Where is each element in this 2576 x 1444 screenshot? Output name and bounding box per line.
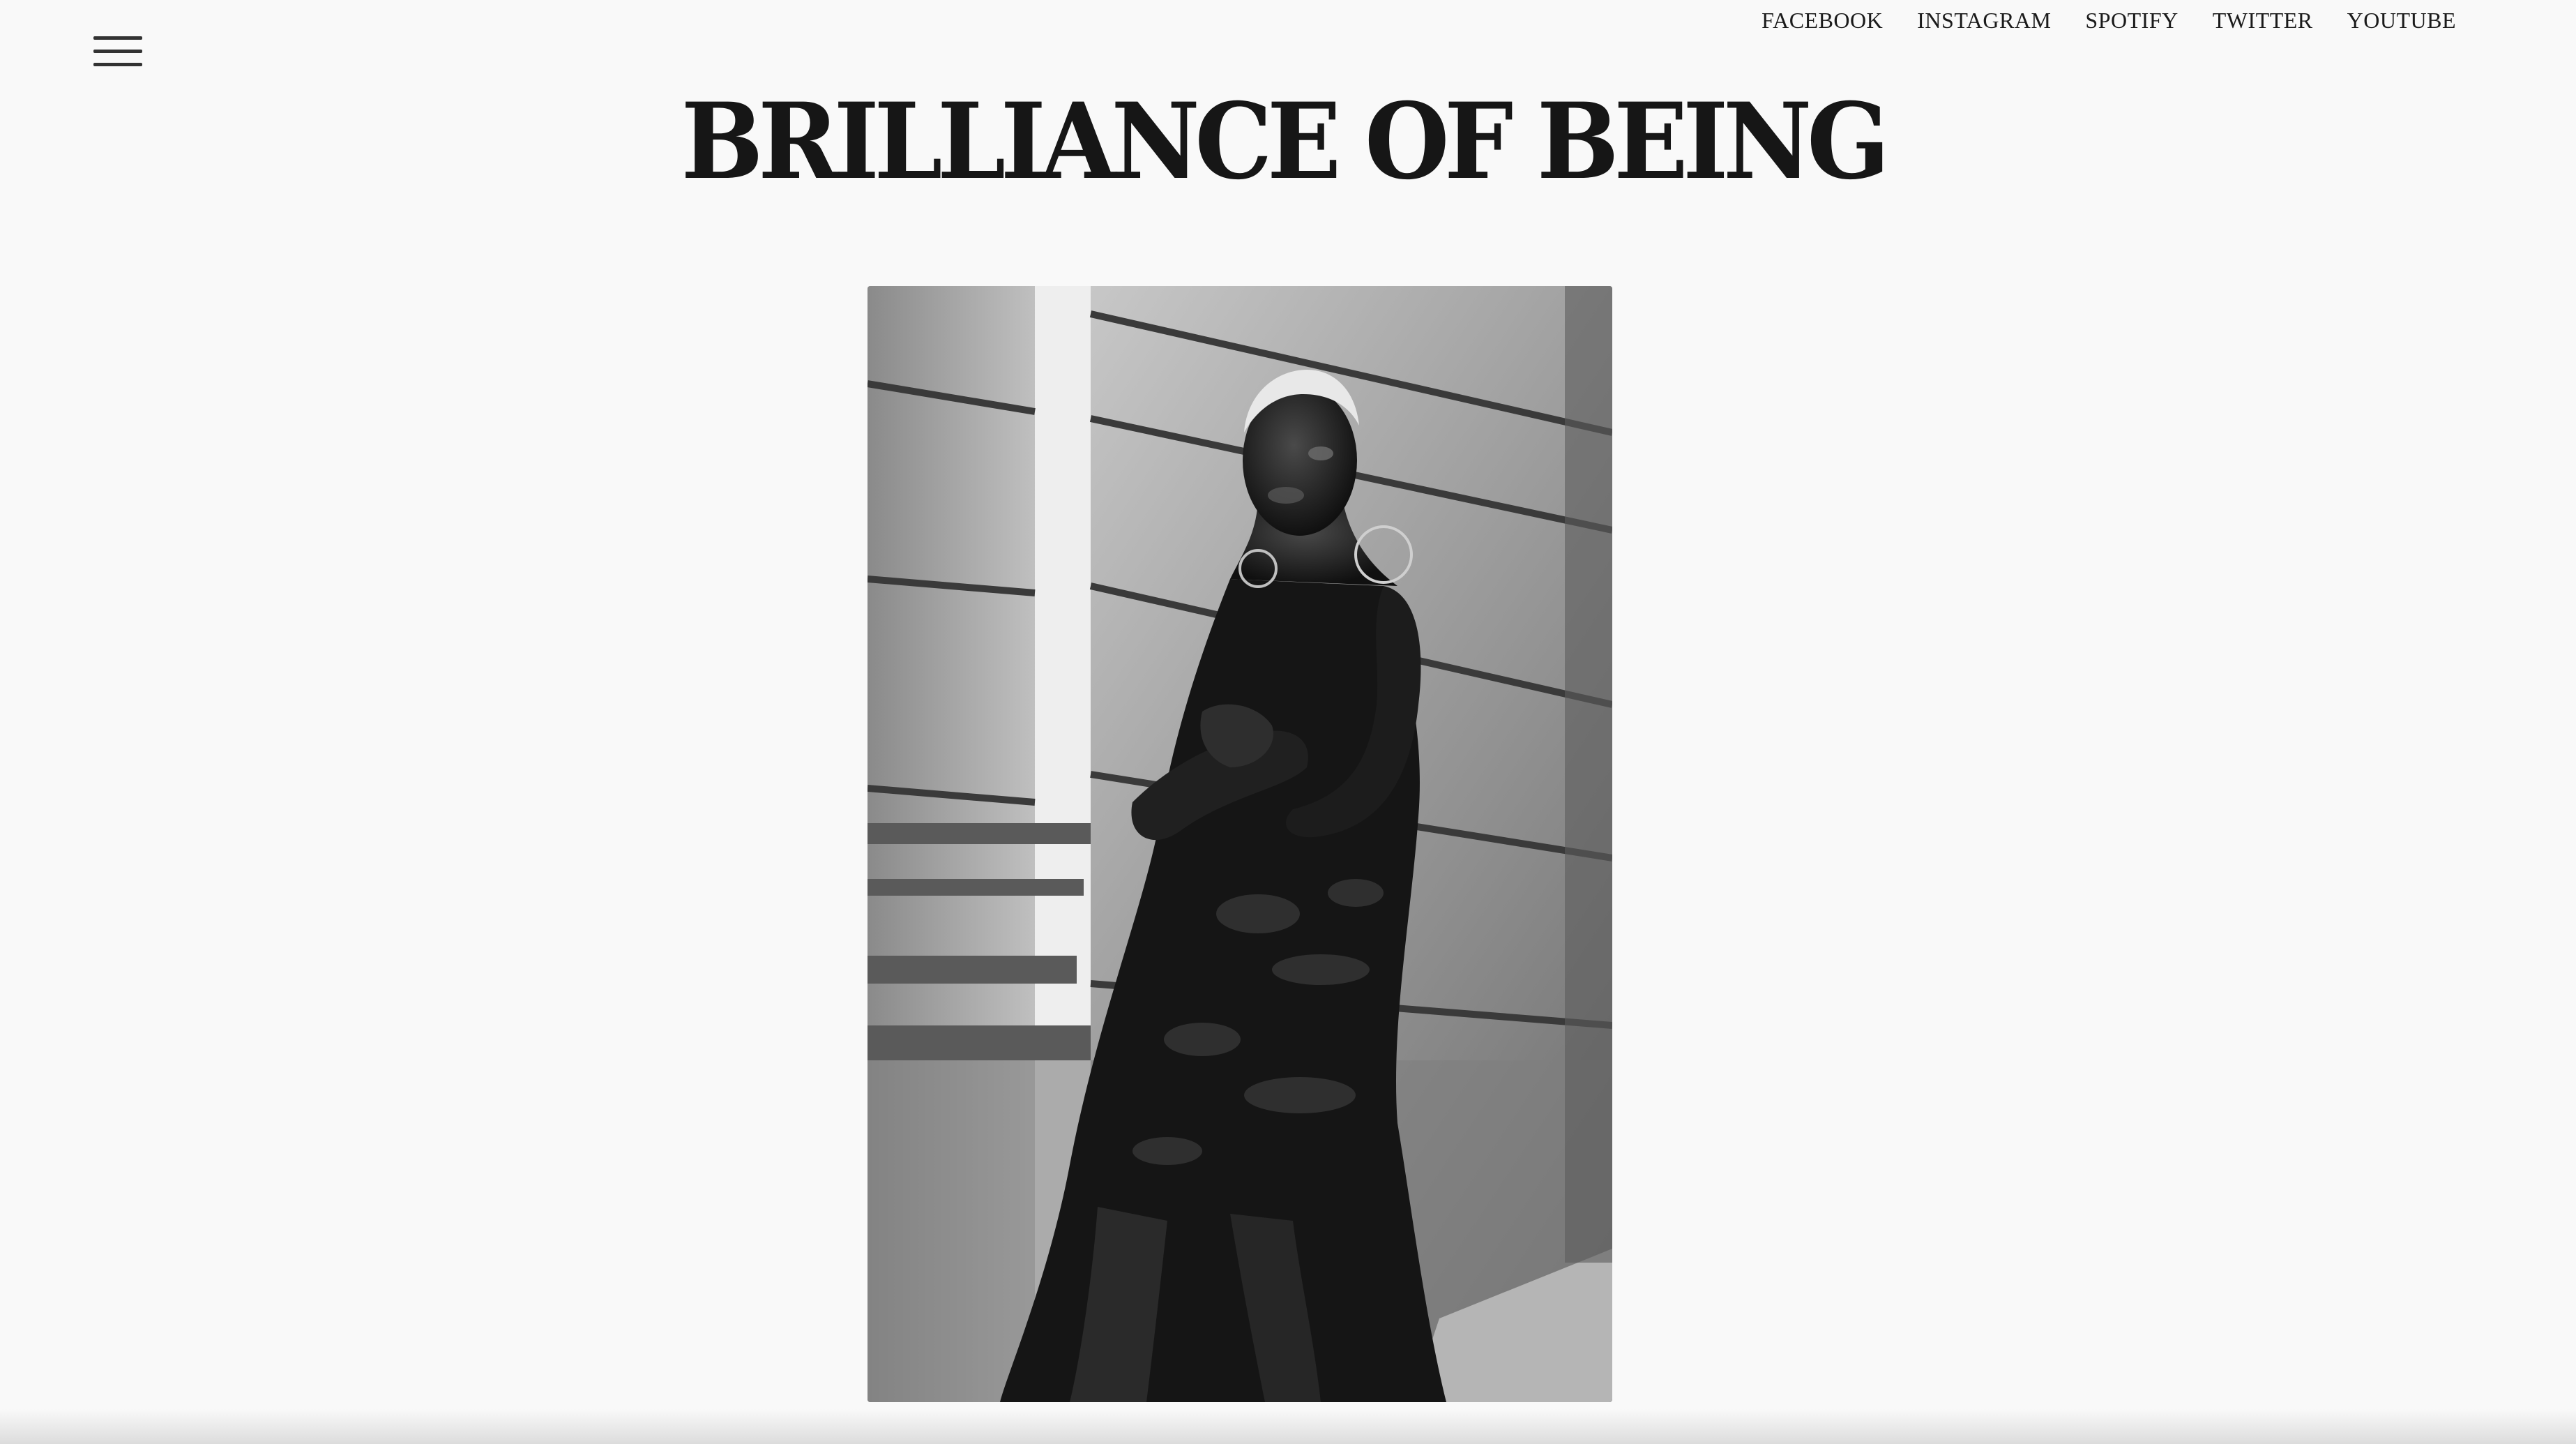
featured-photo[interactable]	[867, 286, 1612, 1402]
menu-line	[93, 36, 142, 40]
social-nav: FACEBOOK INSTAGRAM SPOTIFY TWITTER YOUTU…	[1761, 7, 2456, 33]
hamburger-menu-icon[interactable]	[91, 35, 145, 68]
menu-line	[93, 63, 142, 66]
featured-photo-image	[867, 286, 1612, 1402]
page-bottom-fade	[0, 1409, 2576, 1444]
social-link-instagram[interactable]: INSTAGRAM	[1917, 7, 2051, 33]
social-link-spotify[interactable]: SPOTIFY	[2085, 7, 2178, 33]
social-link-youtube[interactable]: YOUTUBE	[2347, 7, 2456, 33]
menu-line	[93, 50, 142, 53]
site-title[interactable]: BRILLIANCE OF BEING	[85, 89, 2480, 194]
social-link-facebook[interactable]: FACEBOOK	[1761, 7, 1883, 33]
social-link-twitter[interactable]: TWITTER	[2213, 7, 2313, 33]
